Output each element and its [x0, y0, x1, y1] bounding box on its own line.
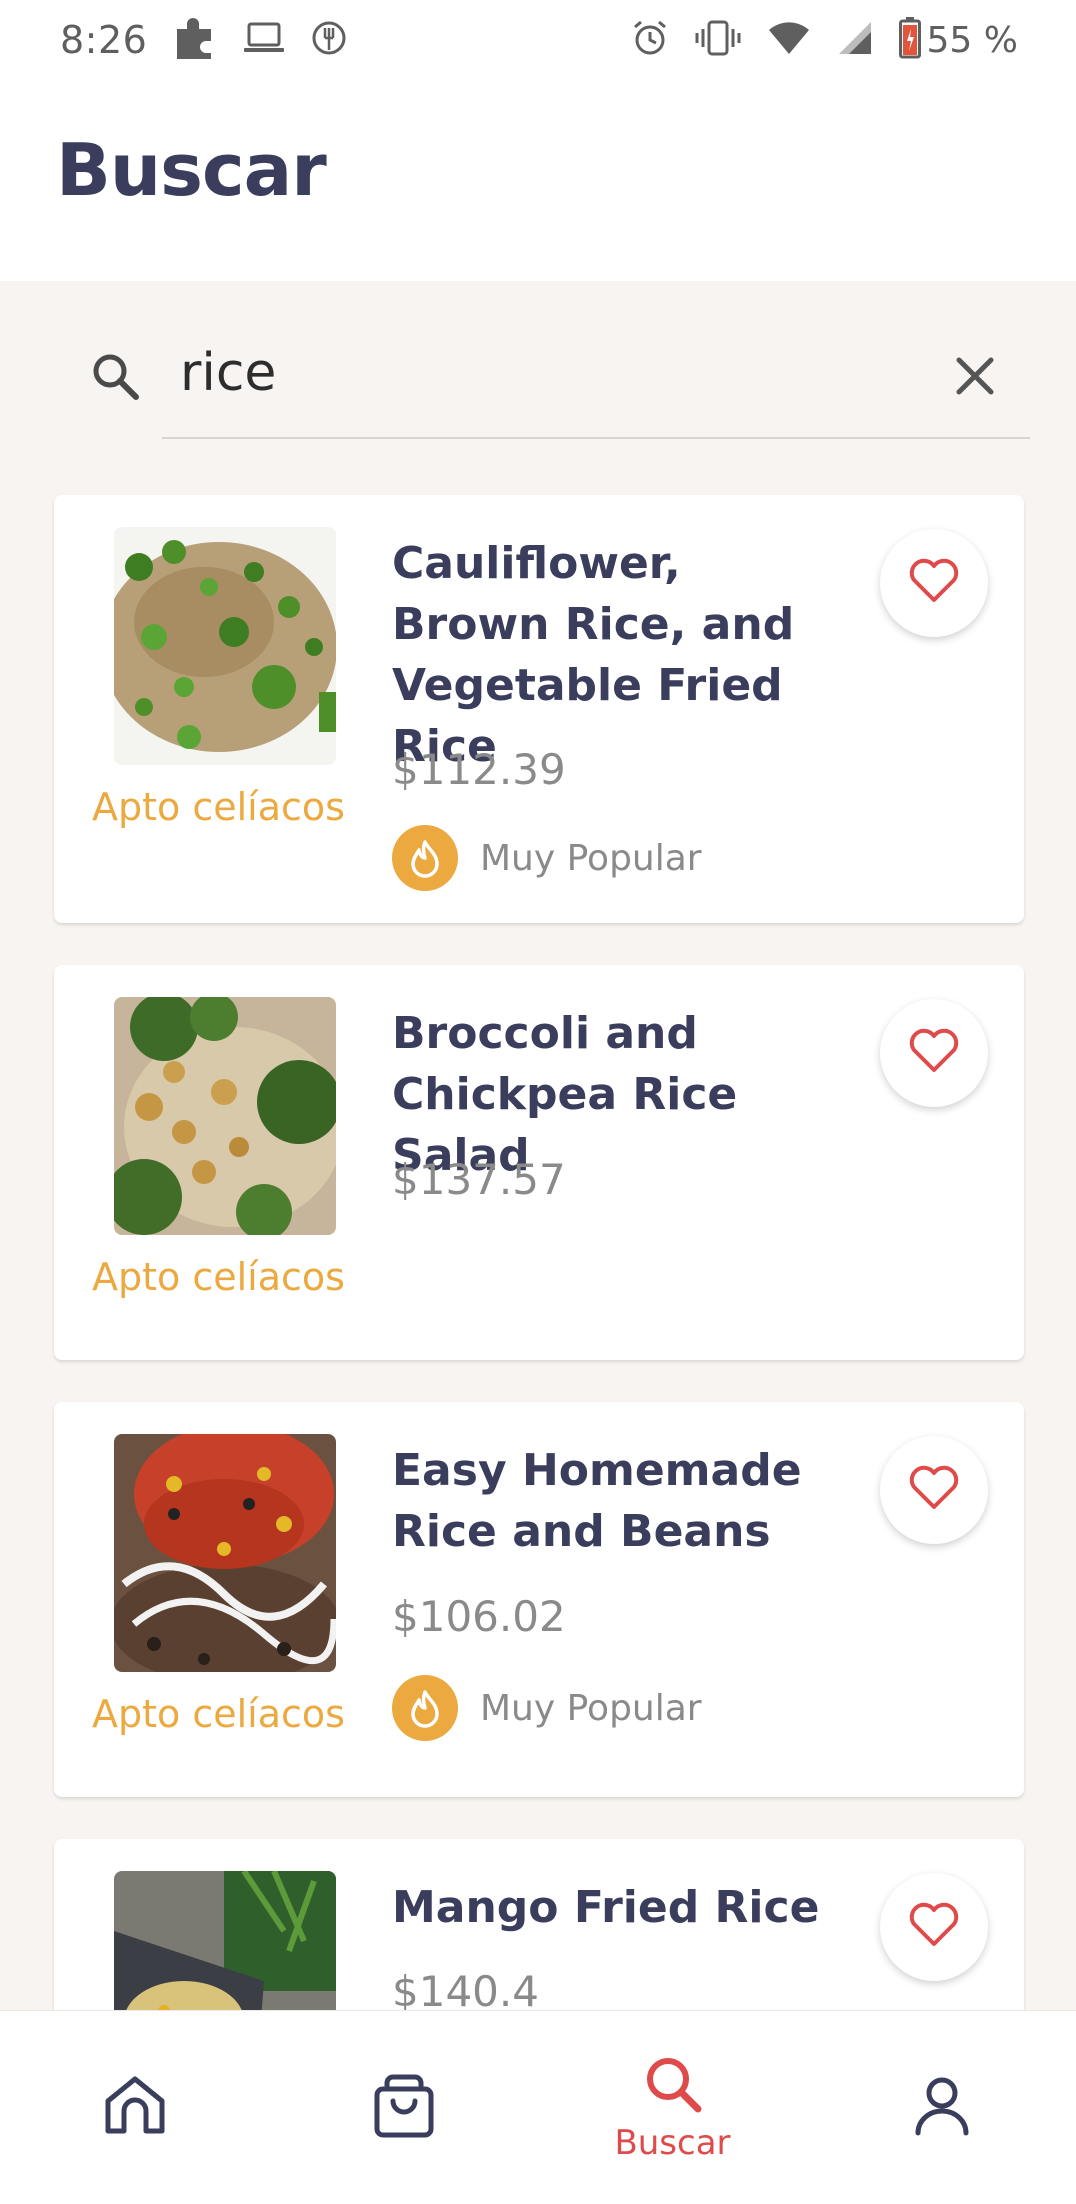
recipe-image: [114, 1434, 336, 1672]
heart-outline-icon: [908, 558, 960, 608]
page-title: Buscar: [56, 128, 327, 212]
signal-icon: [837, 20, 873, 60]
puzzle-icon: [173, 15, 217, 65]
recipe-title: Easy Homemade Rice and Beans: [392, 1445, 802, 1557]
recipe-title: Mango Fried Rice: [392, 1882, 820, 1933]
popular-badge: Muy Popular: [392, 825, 702, 891]
recipe-price: $112.39: [392, 745, 566, 794]
popular-badge: Muy Popular: [392, 1675, 702, 1741]
app-header: Buscar: [0, 80, 1076, 281]
popular-label: Muy Popular: [480, 1687, 702, 1729]
celiac-badge: Apto celíacos: [92, 1692, 345, 1736]
celiac-badge: Apto celíacos: [92, 785, 345, 829]
recipe-price: $140.4: [392, 1967, 539, 2016]
recipe-image: [114, 527, 336, 765]
celiac-badge: Apto celíacos: [92, 1255, 345, 1299]
favorite-button[interactable]: [880, 1436, 988, 1544]
nav-cart[interactable]: [269, 2011, 538, 2204]
heart-outline-icon: [908, 1028, 960, 1078]
close-icon: [954, 355, 996, 401]
alarm-icon: [631, 19, 669, 61]
favorite-button[interactable]: [880, 999, 988, 1107]
search-underline: [162, 437, 1030, 439]
nav-search[interactable]: Buscar: [538, 2011, 807, 2204]
recipe-price: $106.02: [392, 1592, 566, 1641]
bottom-navigation: Buscar: [0, 2010, 1076, 2204]
popular-label: Muy Popular: [480, 837, 702, 879]
laptop-icon: [243, 21, 285, 59]
result-card[interactable]: Apto celíacos Easy Homemade Rice and Bea…: [54, 1402, 1024, 1797]
search-icon: [88, 349, 144, 405]
recipe-price: $137.57: [392, 1155, 566, 1204]
status-time: 8:26: [60, 18, 148, 62]
wifi-icon: [767, 20, 811, 60]
flame-icon: [392, 1675, 458, 1741]
search-icon: [642, 2053, 704, 2119]
battery-icon: [898, 17, 921, 63]
nav-search-label: Buscar: [614, 2123, 731, 2163]
recipe-image: [114, 997, 336, 1235]
search-bar: [0, 281, 1076, 451]
search-input[interactable]: [180, 333, 920, 413]
result-card[interactable]: Apto celíacos Cauliflower, Brown Rice, a…: [54, 495, 1024, 923]
favorite-button[interactable]: [880, 1873, 988, 1981]
nav-home[interactable]: [0, 2011, 269, 2204]
status-bar: 8:26 55 %: [0, 0, 1076, 80]
clear-search-button[interactable]: [948, 351, 1002, 405]
favorite-button[interactable]: [880, 529, 988, 637]
home-icon: [102, 2073, 168, 2143]
result-card[interactable]: Apto celíacos Broccoli and Chickpea Rice…: [54, 965, 1024, 1360]
heart-outline-icon: [908, 1902, 960, 1952]
nav-profile[interactable]: [807, 2011, 1076, 2204]
flame-icon: [392, 825, 458, 891]
recipe-title: Cauliflower, Brown Rice, and Vegetable F…: [392, 538, 795, 772]
heart-outline-icon: [908, 1465, 960, 1515]
battery-percent: 55 %: [926, 19, 1018, 61]
profile-icon: [914, 2075, 970, 2141]
vibrate-icon: [695, 19, 741, 61]
fork-circle-icon: [311, 20, 347, 60]
shopping-bag-icon: [373, 2073, 435, 2143]
